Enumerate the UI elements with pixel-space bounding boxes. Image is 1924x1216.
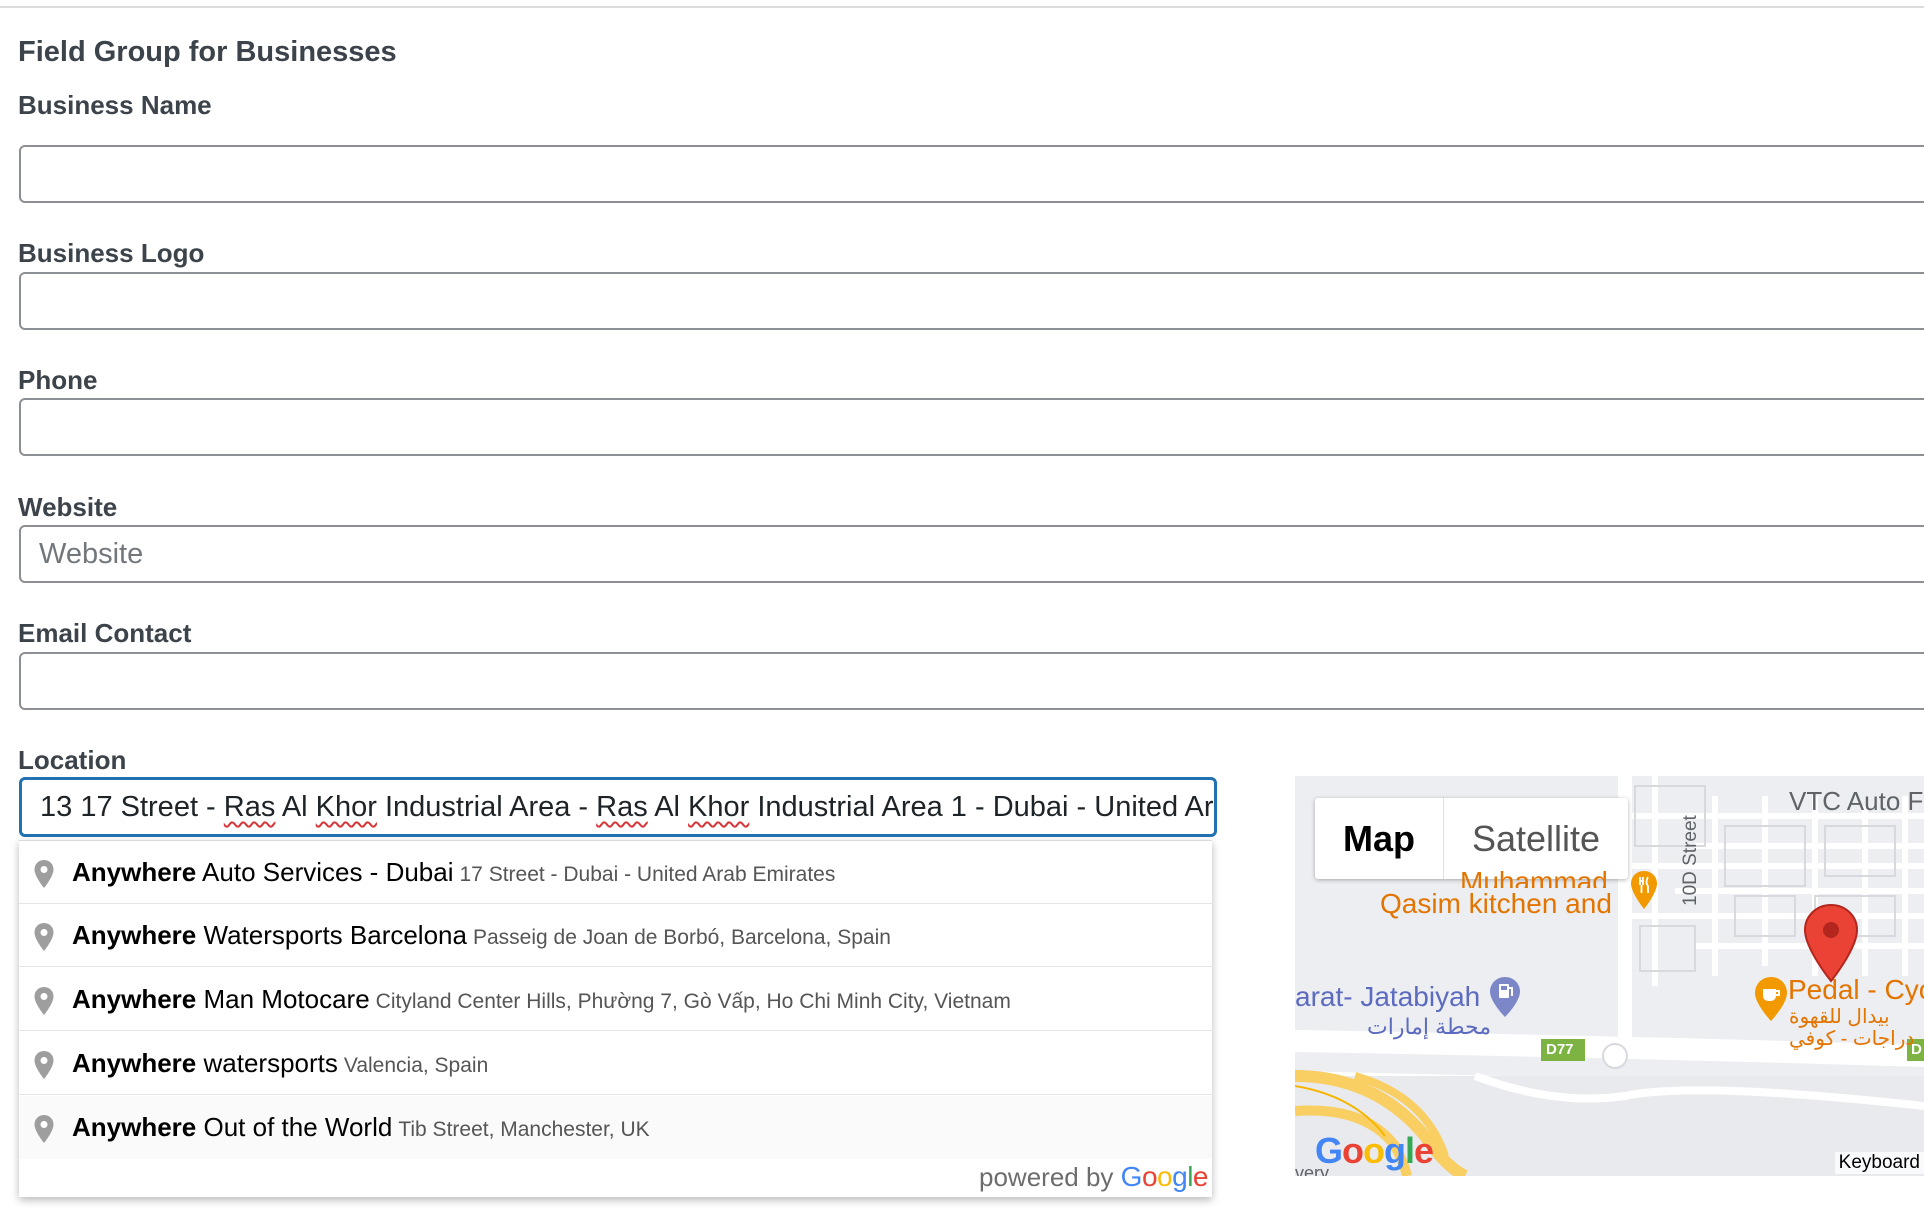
business-logo-label: Business Logo — [18, 238, 205, 268]
email-contact-input[interactable] — [19, 652, 1924, 710]
location-map[interactable]: Map Satellite VTC Auto F Muhammad Qasim … — [1295, 776, 1924, 1176]
autocomplete-item[interactable]: Anywhere Man Motocare Cityland Center Hil… — [19, 968, 1212, 1031]
map-poi-label: Qasim kitchen and — [1380, 888, 1612, 919]
map-poi-label: دراجات - كوفي — [1789, 1028, 1915, 1050]
street-label: 10D Street — [1680, 815, 1701, 906]
autocomplete-item[interactable]: Anywhere Auto Services - Dubai 17 Street … — [19, 841, 1212, 904]
autocomplete-item[interactable]: Anywhere Watersports Barcelona Passeig de… — [19, 904, 1212, 967]
google-logo: Google — [1120, 1161, 1209, 1192]
email-contact-label: Email Contact — [18, 618, 192, 648]
phone-label: Phone — [18, 365, 98, 395]
location-input[interactable]: 13 17 Street - Ras Al Khor Industrial Ar… — [19, 777, 1217, 837]
location-autocomplete-dropdown: Anywhere Auto Services - Dubai 17 Street … — [19, 840, 1212, 1197]
map-type-map-button[interactable]: Map — [1315, 798, 1444, 879]
map-pin-icon — [34, 987, 54, 1015]
cafe-icon[interactable] — [1753, 976, 1789, 1022]
powered-by-google: powered by Google — [979, 1161, 1209, 1192]
road-shield-d: D — [1911, 1041, 1922, 1058]
map-poi-label: Muhammad — [1460, 866, 1608, 888]
keyboard-shortcuts-link[interactable]: Keyboard — [1834, 1152, 1924, 1174]
business-logo-input[interactable] — [19, 272, 1924, 330]
field-group-title: Field Group for Businesses — [18, 36, 397, 68]
location-label: Location — [18, 745, 127, 775]
map-pin-icon — [34, 923, 54, 951]
road-shield-d77: D77 — [1546, 1041, 1574, 1058]
business-name-label: Business Name — [18, 90, 212, 120]
map-pin-icon — [34, 860, 54, 888]
website-label: Website — [18, 492, 118, 522]
top-divider — [0, 6, 1924, 8]
map-poi-label: VTC Auto F — [1789, 786, 1924, 816]
website-input[interactable] — [19, 525, 1924, 583]
map-pin-icon — [34, 1051, 54, 1079]
phone-input[interactable] — [19, 398, 1924, 456]
autocomplete-item[interactable]: Anywhere watersports Valencia, Spain — [19, 1032, 1212, 1095]
fuel-station-icon[interactable] — [1488, 976, 1522, 1018]
map-poi-label: محطة إمارات — [1367, 1014, 1491, 1039]
google-map-logo: Google — [1315, 1130, 1434, 1171]
map-pin-icon — [34, 1115, 54, 1143]
autocomplete-item[interactable]: Anywhere Out of the World Tib Street, Man… — [19, 1096, 1212, 1159]
restaurant-icon[interactable] — [1629, 870, 1659, 910]
map-poi-label: arat- Jatabiyah — [1295, 981, 1481, 1012]
business-name-input[interactable] — [19, 145, 1924, 203]
location-marker-icon[interactable] — [1803, 903, 1859, 983]
